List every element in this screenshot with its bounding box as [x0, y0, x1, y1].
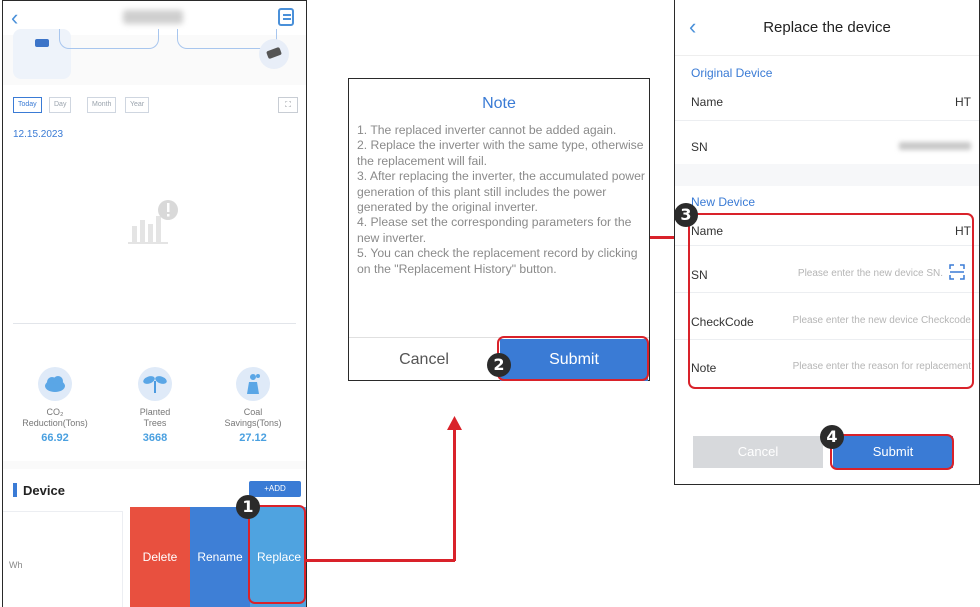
field-value: HT [955, 95, 971, 109]
field-label: SN [691, 140, 708, 154]
co2-cloud-icon [38, 367, 72, 401]
dialog-text: 1. The replaced inverter cannot be added… [357, 123, 645, 276]
sn-value-blurred [899, 142, 971, 150]
highlight-submit [497, 336, 649, 381]
dialog-title: Note [482, 95, 516, 112]
date-label: 12.15.2023 [13, 129, 64, 140]
section-marker [13, 483, 17, 497]
coal-stat: Coal Savings(Tons) 27.12 [208, 367, 298, 444]
highlight-new-device-fields [688, 213, 974, 389]
replace-header: ‹ Replace the device [675, 0, 979, 56]
highlight-replace [248, 505, 306, 604]
back-icon[interactable]: ‹ [11, 5, 18, 31]
rename-button[interactable]: Rename [190, 507, 250, 607]
dialog-cancel-button[interactable]: Cancel [349, 338, 499, 382]
arrow-line [650, 236, 674, 239]
co2-stat: CO₂ Reduction(Tons) 66.92 [10, 367, 100, 444]
power-plant-icon [236, 367, 270, 401]
arrow-line [453, 428, 456, 561]
stat-label: Reduction(Tons) [22, 418, 88, 428]
trees-stat: Planted Trees 3668 [110, 367, 200, 444]
device-card[interactable]: Wh [3, 511, 123, 607]
cancel-button[interactable]: Cancel [693, 436, 823, 468]
divider [13, 323, 296, 324]
original-device-heading: Original Device [691, 66, 773, 80]
stat-label: Coal [243, 407, 263, 417]
arrow-head-up-icon [447, 416, 462, 430]
highlight-final-submit [830, 434, 954, 470]
field-label: Name [691, 95, 724, 109]
device-title: Device [23, 483, 65, 498]
delete-button[interactable]: Delete [130, 507, 190, 607]
arrow-line [306, 559, 455, 562]
generation-panel: Today Day Month Year ⛶ 12.15.2023 CO₂ Re… [3, 85, 306, 461]
original-sn-row: SN [691, 140, 971, 154]
step-badge-1: 1 [236, 495, 260, 519]
step-badge-2: 2 [487, 353, 511, 377]
summary-pill [59, 29, 159, 49]
stat-label: Planted [139, 407, 171, 417]
device-card-energy: Wh [9, 560, 23, 570]
stat-value: 3668 [142, 432, 168, 444]
plant-title-blurred [123, 10, 183, 24]
section-gap [675, 164, 979, 186]
edit-icon[interactable] [278, 8, 294, 26]
stat-label: Savings(Tons) [224, 418, 282, 428]
new-device-heading: New Device [691, 195, 756, 209]
stat-label: Trees [143, 418, 167, 428]
no-data-chart-icon [128, 200, 178, 244]
stat-value: 27.12 [239, 432, 267, 444]
original-name-row: Name HT [691, 95, 971, 109]
page-title: Replace the device [763, 19, 891, 36]
fullscreen-icon[interactable]: ⛶ [278, 97, 298, 113]
tab-day[interactable]: Day [49, 97, 72, 113]
stat-value: 66.92 [41, 432, 69, 444]
sprout-icon [138, 367, 172, 401]
stat-label: CO₂ [46, 407, 64, 417]
step-badge-3: 3 [674, 203, 698, 227]
divider [675, 120, 979, 121]
step-badge-4: 4 [820, 425, 844, 449]
add-device-button[interactable]: +ADD [249, 481, 301, 497]
tab-year[interactable]: Year [125, 97, 150, 113]
device-icon[interactable] [259, 39, 289, 69]
tab-month[interactable]: Month [87, 97, 117, 113]
tab-today[interactable]: Today [13, 97, 42, 113]
